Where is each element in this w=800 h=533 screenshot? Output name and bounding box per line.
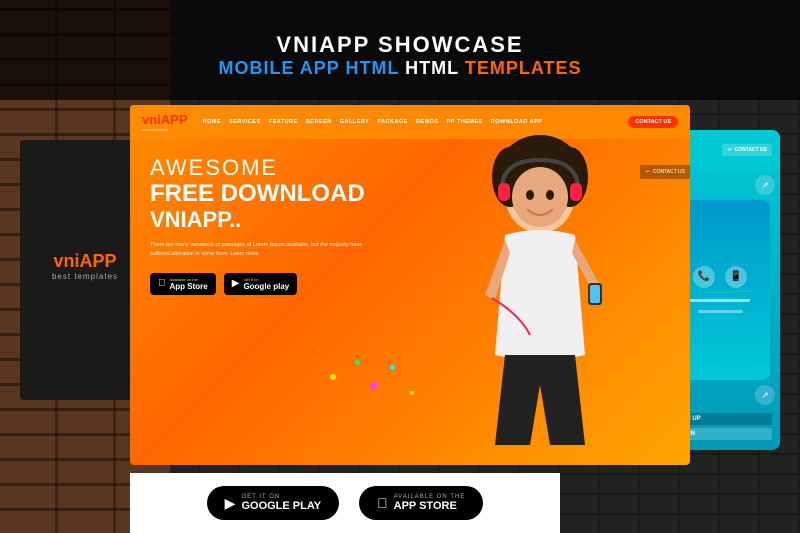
logo-app: APP — [80, 251, 117, 271]
subtitle-html: HTML — [405, 58, 465, 78]
appstore-text: Available on the App Store — [170, 277, 208, 291]
bottom-googleplay-btn[interactable]: ▶ GET IT ON GOOGLE PLAY — [207, 486, 339, 520]
googleplay-icon: ▶ — [232, 278, 240, 289]
bottom-googleplay-big: GOOGLE PLAY — [241, 500, 321, 512]
nav-screen[interactable]: SCREEN — [306, 119, 332, 125]
phone-icon-1: 📞 — [693, 266, 715, 288]
googleplay-btn[interactable]: ▶ Get it on Google play — [224, 273, 298, 295]
hero-vniapp: VNIAPP.. — [150, 207, 410, 233]
page-subtitle: MOBILE APP HTML HTML TEMPLATES — [218, 58, 581, 79]
bottom-appstore-big: APP STORE — [394, 500, 466, 512]
bottom-apple-icon:  — [377, 495, 388, 511]
hero-free-download: FREE DOWNLOAD — [150, 181, 410, 207]
googleplay-text: Get it on Google play — [243, 277, 289, 291]
main-card: vniAPP best templates HOME SERVICES FEAT… — [130, 105, 690, 465]
nav-logo-app: APP — [161, 112, 188, 127]
appstore-btn[interactable]:  Available on the App Store — [150, 273, 216, 295]
person-silhouette — [440, 105, 640, 445]
googleplay-name: Google play — [243, 282, 289, 291]
contact-arrow-icon2: ↩ — [727, 147, 731, 153]
nav-logo: vniAPP best templates — [142, 112, 188, 132]
main-card-contact[interactable]: ↩ CONTACT US — [640, 165, 690, 179]
hero-content: AWESOME FREE DOWNLOAD VNIAPP.. There are… — [150, 155, 410, 295]
bottom-appstore-btn[interactable]:  AVAILABLE ON THE APP STORE — [359, 486, 483, 520]
hero-awesome: AWESOME — [150, 155, 410, 181]
subtitle-templates: TEMPLATES — [465, 58, 582, 78]
hero-image — [440, 105, 670, 465]
bottom-googleplay-text: GET IT ON GOOGLE PLAY — [241, 494, 321, 512]
phone-line-2 — [698, 310, 743, 313]
sidebar-logo-text: vniAPP — [52, 251, 118, 272]
bottom-appstore-text: AVAILABLE ON THE APP STORE — [394, 494, 466, 512]
nav-logo-vni: vni — [142, 112, 161, 127]
appstore-name: App Store — [170, 282, 208, 291]
bottom-dark-area: ▶ GET IT ON GOOGLE PLAY  AVAILABLE ON T… — [0, 465, 800, 533]
dot-cyan — [390, 365, 395, 370]
page-title: VNIAPP SHOWCASE — [276, 32, 523, 58]
nav-services[interactable]: SERVICES — [229, 119, 261, 125]
nav-home[interactable]: HOME — [203, 119, 222, 125]
sidebar-logo: vniAPP best templates — [52, 251, 118, 281]
page-header: VNIAPP SHOWCASE MOBILE APP HTML HTML TEM… — [0, 0, 800, 100]
dot-yellow2 — [410, 391, 414, 395]
store-buttons:  Available on the App Store ▶ Get it on… — [150, 273, 410, 295]
dot-green — [355, 360, 360, 365]
share-icon2[interactable]: ↗ — [755, 385, 775, 405]
hero-description: There are many variations of passages of… — [150, 241, 370, 258]
dot-yellow — [330, 374, 336, 380]
nav-demos[interactable]: DEMOS — [416, 119, 439, 125]
dot-pink — [370, 382, 378, 390]
contact-arrow-icon: ↩ — [646, 169, 650, 175]
apple-icon:  — [158, 278, 166, 289]
contact-us-badge-label: CONTACT US — [735, 147, 767, 153]
share-icon[interactable]: ↗ — [755, 175, 775, 195]
phone-icon-2: 📱 — [725, 266, 747, 288]
nav-feature[interactable]: FEATURE — [269, 119, 298, 125]
bottom-googleplay-icon: ▶ — [225, 495, 236, 512]
contact-us-badge[interactable]: ↩ CONTACT US — [722, 144, 772, 156]
logo-vni: vni — [53, 251, 79, 271]
nav-package[interactable]: PACKAGE — [377, 119, 408, 125]
phone-line-1 — [690, 299, 750, 302]
sidebar-logo-sub: best templates — [52, 272, 118, 281]
contact-us-label: CONTACT US — [653, 169, 685, 175]
bottom-store-btns: ▶ GET IT ON GOOGLE PLAY  AVAILABLE ON T… — [130, 473, 560, 533]
nav-gallery[interactable]: GALLERY — [340, 119, 370, 125]
subtitle-mobile-app: MOBILE APP HTML — [218, 58, 399, 78]
dot-orange — [310, 348, 317, 355]
nav-logo-sub: best templates — [142, 127, 188, 132]
phone-icon-row: 📞 📱 — [693, 266, 747, 288]
